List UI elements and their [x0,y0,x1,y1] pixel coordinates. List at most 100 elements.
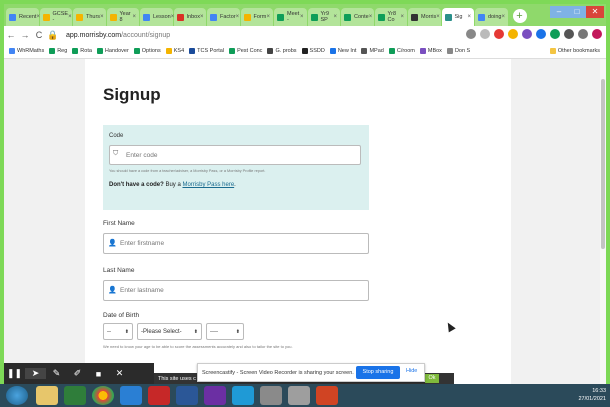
app-icon[interactable] [120,386,142,405]
code-input[interactable] [109,145,361,165]
close-tab-icon[interactable]: × [236,14,240,20]
close-tab-icon[interactable]: × [436,14,440,20]
tab-10[interactable]: Conte × [341,8,374,26]
morrisby-pass-link[interactable]: Morrisby Pass here [182,182,234,188]
profile-avatar[interactable] [592,29,602,39]
menu-icon[interactable] [578,29,588,39]
cursor-tool-icon[interactable]: ➤ [25,368,46,379]
cast-icon[interactable] [466,29,476,39]
bookmark-item[interactable]: Don S [446,48,470,54]
bookmark-item[interactable]: Rota [72,48,92,54]
dob-day-select[interactable]: -- ⬍ [103,323,133,340]
camera-icon[interactable]: ■ [88,369,109,379]
hide-button[interactable]: Hide [406,368,417,374]
bookmark-item[interactable]: New Int [329,48,356,54]
close-tab-icon[interactable]: × [467,14,471,20]
puzzle-icon[interactable] [564,29,574,39]
system-clock[interactable]: 16:33 27/01/2021 [578,387,606,403]
highlighter-icon[interactable]: ✐ [67,368,88,379]
last-name-input[interactable] [103,280,369,301]
file-explorer-icon[interactable] [36,386,58,405]
bookmark-item[interactable]: MPad [361,48,384,54]
stop-sharing-button[interactable]: Stop sharing [356,366,400,379]
acrobat-icon[interactable] [148,386,170,405]
pause-icon[interactable]: ❚❚ [4,368,25,379]
tab-5[interactable]: Inbox × [173,8,206,26]
maximize-button[interactable]: □ [568,6,586,18]
address-bar[interactable]: app.morrisby.com/account/signup [66,32,170,39]
close-tab-icon[interactable]: × [266,14,270,20]
tab-3[interactable]: Year 8 × [106,8,139,26]
app-icon[interactable] [232,386,254,405]
reload-icon[interactable]: C [32,30,46,40]
close-tab-icon[interactable]: × [100,14,104,20]
bookmark-item[interactable]: G. probs [267,48,297,54]
tab-4[interactable]: Lesson × [140,8,174,26]
word-icon[interactable] [176,386,198,405]
close-tab-icon[interactable]: × [501,14,505,20]
dob-year-select[interactable]: ---- ⬍ [206,323,244,340]
tab-2[interactable]: Thurs × [73,8,106,26]
excel-icon[interactable] [64,386,86,405]
favicon-icon [243,13,251,21]
tab-0[interactable]: Recent × [6,8,40,26]
scrollbar-thumb[interactable] [601,79,605,249]
cookie-ok-button[interactable]: Ok [425,374,439,383]
tab-7[interactable]: Form × [240,8,273,26]
bookmark-item[interactable]: KS4 [165,48,184,54]
tab-9[interactable]: Yr9 SP × [307,8,340,26]
close-tab-icon[interactable]: × [200,14,204,20]
bookmark-item[interactable]: Handover [96,48,129,54]
extension-icon[interactable] [522,29,532,39]
forward-icon[interactable]: → [18,30,32,40]
tab-14[interactable]: doing × [475,8,508,26]
tab-12[interactable]: Morris × [408,8,441,26]
powerpoint-icon[interactable] [316,386,338,405]
smart-notebook-icon[interactable] [204,386,226,405]
pen-icon[interactable]: ✎ [46,368,67,379]
bookmark-item[interactable]: SSDD [301,48,325,54]
bookmark-item[interactable]: WhRMaths [9,48,44,54]
bookmark-item[interactable]: Reg [49,48,67,54]
minimize-button[interactable]: – [550,6,568,18]
bookmark-item[interactable]: TCS Portal [189,48,224,54]
new-tab-button[interactable]: + [512,9,527,23]
bookmark-label: C/room [396,48,415,54]
app-icon[interactable] [288,386,310,405]
bookmark-item[interactable]: Options [133,48,161,54]
favicon-icon [411,13,418,21]
scrollbar[interactable] [600,59,606,403]
tab-11[interactable]: Yr8 Co × [374,8,407,26]
other-bookmarks[interactable]: Other bookmarks [549,48,600,54]
dob-month-value: -Please Select- [141,328,182,335]
dob-month-select[interactable]: -Please Select- ⬍ [137,323,202,340]
bookmark-item[interactable]: MBox [419,48,442,54]
close-tab-icon[interactable]: × [400,14,404,20]
close-window-button[interactable]: ✕ [586,6,604,18]
user-icon: 👤 [108,240,117,247]
first-name-input[interactable] [103,233,369,254]
browser-window: Recent × GCSE - × Thurs × Year 8 × Lesson × Inbox ×… [4,4,606,403]
back-icon[interactable]: ← [4,30,18,40]
close-tab-icon[interactable]: × [132,14,136,20]
bookmark-item[interactable]: C/room [388,48,415,54]
close-tab-icon[interactable]: × [68,14,72,20]
extension-icon[interactable] [494,29,504,39]
tab-6[interactable]: Factor × [207,8,240,26]
close-icon[interactable]: ✕ [109,368,130,379]
tab-1[interactable]: GCSE - × [39,8,72,26]
chrome-icon[interactable] [92,386,114,405]
tab-13[interactable]: Sig × [441,8,474,26]
tab-8[interactable]: Meet - × [274,8,307,26]
close-tab-icon[interactable]: × [333,14,337,20]
app-icon[interactable] [260,386,282,405]
close-tab-icon[interactable]: × [300,14,304,20]
tab-label: Form [253,14,267,20]
extension-icon[interactable] [508,29,518,39]
extension-icon[interactable] [536,29,546,39]
bookmark-item[interactable]: Pest Conc [229,48,262,54]
start-button-icon[interactable] [6,386,28,405]
close-tab-icon[interactable]: × [369,14,373,20]
star-icon[interactable] [480,29,490,39]
extension-icon[interactable] [550,29,560,39]
